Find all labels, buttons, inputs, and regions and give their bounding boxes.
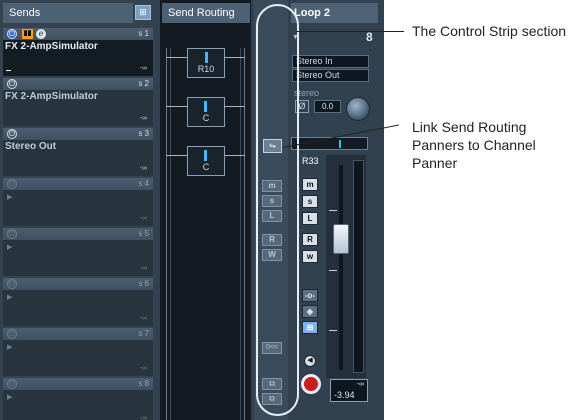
send-number: s 7	[138, 329, 149, 338]
send-routing-panner[interactable]: R10	[187, 48, 225, 78]
power-icon[interactable]: ⏻	[7, 29, 17, 39]
record-button[interactable]	[301, 374, 321, 394]
eq-icon[interactable]: ◈	[302, 305, 318, 318]
read-automation-button[interactable]: R	[302, 233, 318, 246]
routing-toggle-button[interactable]: ⊞	[135, 5, 151, 20]
send-slot-6: ⏻ s 6 ▶ -∞	[3, 278, 153, 328]
send-destination[interactable]: FX 2-AmpSimulator	[5, 41, 98, 52]
expand-arrow-icon[interactable]: ▶	[7, 343, 12, 351]
send-number: s 2	[138, 79, 149, 88]
fader-value: -3.94	[334, 390, 355, 400]
send-number: s 3	[138, 129, 149, 138]
send-routing-icon[interactable]: ⊞	[302, 321, 318, 334]
panner-value: R10	[197, 64, 215, 74]
send-number: s 6	[138, 279, 149, 288]
input-gain[interactable]: 0.0	[314, 100, 341, 113]
monitor-button[interactable]: ◀	[304, 355, 316, 367]
panner-value: C	[202, 113, 210, 123]
power-icon[interactable]: ⏻	[7, 329, 17, 339]
input-routing[interactable]: Stereo In	[292, 55, 369, 68]
leader-line	[296, 31, 404, 32]
channel-strip: Loop 2 ▼ 8 Stereo In Stereo Out stereo Ø…	[288, 0, 384, 420]
power-icon[interactable]: ⏻	[7, 279, 17, 289]
level-meter	[353, 160, 364, 373]
sends-header: Sends	[3, 3, 133, 23]
send-routing-panner[interactable]: C	[187, 97, 225, 127]
expand-arrow-icon[interactable]: ▶	[7, 393, 12, 401]
output-routing[interactable]: Stereo Out	[292, 69, 369, 82]
send-slot-5: ⏻ s 5 ▶ -∞	[3, 228, 153, 278]
send-level[interactable]: -∞	[140, 65, 147, 72]
send-level[interactable]: -∞	[140, 315, 147, 322]
send-level[interactable]: -∞	[140, 365, 147, 372]
expand-arrow-icon[interactable]: ▶	[7, 293, 12, 301]
link-send-annotation: Link Send Routing Panners to Channel Pan…	[412, 119, 536, 171]
mixer-screenshot: Sends ⊞ ⏻ ▮▮ e s 1 FX 2-AmpSimulator -∞ ⏻ s 2…	[0, 0, 384, 420]
channel-name[interactable]: Loop 2	[291, 3, 378, 23]
power-icon[interactable]: ⏻	[7, 79, 17, 89]
control-strip-highlight	[256, 4, 299, 416]
solo-button[interactable]: s	[302, 195, 318, 208]
send-destination[interactable]: Stereo Out	[5, 141, 56, 152]
pre-post-fader-button[interactable]: ▮▮	[22, 29, 33, 39]
power-icon[interactable]: ⏻	[7, 379, 17, 389]
send-level[interactable]: -∞	[140, 115, 147, 122]
send-slot-1: ⏻ ▮▮ e s 1 FX 2-AmpSimulator -∞	[3, 28, 153, 78]
panner-value: C	[202, 162, 210, 172]
volume-fader[interactable]	[333, 224, 349, 254]
send-routing-header: Send Routing	[162, 3, 250, 23]
send-routing-panel: R10 C C	[160, 0, 251, 420]
send-level[interactable]: -∞	[140, 215, 147, 222]
send-slot-8: ⏻ s 8 ▶ -∞	[3, 378, 153, 420]
send-destination[interactable]: FX 2-AmpSimulator	[5, 91, 98, 102]
power-icon[interactable]: ⏻	[7, 229, 17, 239]
send-slot-4: ⏻ s 4 ▶ -∞	[3, 178, 153, 228]
power-icon[interactable]: ⏻	[7, 179, 17, 189]
control-strip-annotation: The Control Strip section	[412, 23, 567, 39]
send-slot-3: ⏻ s 3 Stereo Out -∞	[3, 128, 153, 178]
send-level[interactable]: -∞	[140, 165, 147, 172]
gain-knob[interactable]	[346, 97, 370, 121]
fader-track[interactable]	[339, 165, 343, 370]
send-number: s 4	[138, 179, 149, 188]
meter-peak: -∞	[356, 381, 364, 388]
send-number: s 8	[138, 379, 149, 388]
insert-icon[interactable]: -o-	[302, 289, 318, 302]
send-number: s 1	[138, 29, 149, 38]
edit-icon[interactable]: e	[36, 29, 46, 39]
listen-button[interactable]: L	[302, 212, 318, 225]
send-level[interactable]: -∞	[140, 265, 147, 272]
write-automation-button[interactable]: w	[302, 250, 318, 263]
expand-arrow-icon[interactable]: ▶	[7, 243, 12, 251]
power-icon[interactable]: ⏻	[7, 129, 17, 139]
fader-value-display[interactable]: -∞ -3.94	[330, 379, 368, 402]
mute-button[interactable]: m	[302, 178, 318, 191]
expand-arrow-icon[interactable]: ▶	[7, 193, 12, 201]
send-number: s 5	[138, 229, 149, 238]
send-slot-7: ⏻ s 7 ▶ -∞	[3, 328, 153, 378]
send-slot-2: ⏻ s 2 FX 2-AmpSimulator -∞	[3, 78, 153, 128]
send-level[interactable]: -∞	[140, 415, 147, 420]
send-routing-panner[interactable]: C	[187, 146, 225, 176]
pan-value: R33	[302, 156, 319, 166]
channel-number: 8	[366, 30, 373, 44]
